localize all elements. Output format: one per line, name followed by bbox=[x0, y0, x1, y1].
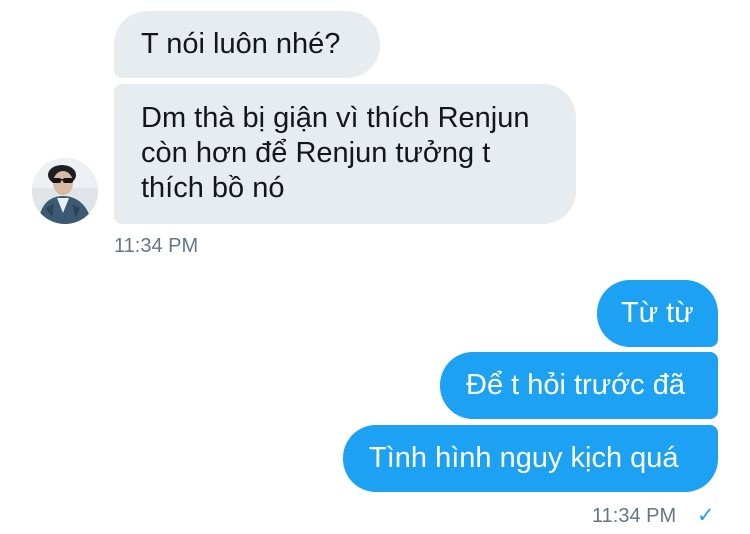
incoming-message-bubble[interactable]: T nói luôn nhé? bbox=[114, 11, 380, 78]
incoming-message-bubble[interactable]: Dm thà bị giận vì thích Renjun còn hơn đ… bbox=[114, 84, 576, 224]
incoming-timestamp: 11:34 PM bbox=[114, 235, 199, 257]
avatar[interactable] bbox=[32, 158, 98, 224]
outgoing-message-bubble[interactable]: Từ từ bbox=[597, 280, 718, 347]
sent-check-icon: ✓ bbox=[697, 504, 715, 527]
outgoing-message-bubble[interactable]: Tình hình nguy kịch quá bbox=[343, 425, 718, 492]
outgoing-message-bubble[interactable]: Để t hỏi trước đã bbox=[440, 352, 718, 419]
user-avatar-photo-icon bbox=[32, 158, 98, 224]
outgoing-timestamp: 11:34 PM bbox=[592, 505, 677, 527]
dm-conversation: T nói luôn nhé? Dm thà bị giận vì thích … bbox=[0, 0, 750, 534]
